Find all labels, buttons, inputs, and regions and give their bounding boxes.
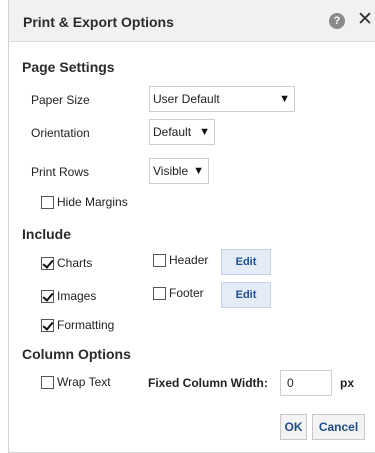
column-options-heading: Column Options: [22, 346, 131, 362]
orientation-value: Default: [153, 125, 192, 139]
wrap-text-checkbox[interactable]: Wrap Text: [41, 375, 111, 389]
print-rows-select[interactable]: Visible ▼: [149, 158, 209, 184]
include-heading: Include: [22, 226, 72, 242]
triangle-down-icon: ▼: [279, 93, 290, 105]
images-box[interactable]: [41, 289, 54, 303]
images-checkbox[interactable]: Images: [41, 289, 96, 303]
header-checkbox[interactable]: Header: [153, 253, 208, 267]
paper-size-label: Paper Size: [31, 93, 90, 107]
footer-box[interactable]: [153, 286, 166, 300]
print-rows-value: Visible: [153, 164, 189, 178]
fixed-column-width-input[interactable]: [280, 370, 332, 396]
dialog-titlebar: Print & Export Options ? ✕: [9, 0, 375, 42]
print-export-dialog: Print & Export Options ? ✕ Page Settings…: [8, 0, 375, 453]
footer-checkbox[interactable]: Footer: [153, 286, 204, 300]
wrap-text-box[interactable]: [41, 375, 54, 389]
page-settings-heading: Page Settings: [22, 59, 115, 75]
fixed-column-width-label: Fixed Column Width:: [148, 376, 268, 390]
charts-box[interactable]: [41, 256, 54, 270]
help-icon[interactable]: ?: [329, 13, 345, 29]
formatting-label: Formatting: [57, 318, 115, 332]
hide-margins-checkbox[interactable]: Hide Margins: [41, 195, 128, 209]
hide-margins-box[interactable]: [41, 195, 54, 209]
px-unit-label: px: [340, 376, 355, 390]
print-rows-label: Print Rows: [31, 165, 90, 179]
paper-size-select[interactable]: User Default ▼: [149, 86, 295, 112]
paper-size-value: User Default: [153, 92, 220, 106]
edit-footer-button[interactable]: Edit: [221, 282, 271, 308]
edit-header-button[interactable]: Edit: [221, 249, 271, 275]
formatting-checkbox[interactable]: Formatting: [41, 318, 114, 332]
triangle-down-icon: ▼: [193, 165, 204, 177]
charts-label: Charts: [57, 256, 93, 270]
header-label: Header: [169, 253, 209, 267]
formatting-box[interactable]: [41, 318, 54, 332]
orientation-label: Orientation: [31, 126, 90, 140]
ok-button[interactable]: OK: [280, 414, 307, 440]
footer-label: Footer: [169, 286, 204, 300]
triangle-down-icon: ▼: [199, 126, 210, 138]
images-label: Images: [57, 289, 97, 303]
header-box[interactable]: [153, 253, 166, 267]
close-icon[interactable]: ✕: [357, 10, 373, 30]
cancel-button[interactable]: Cancel: [312, 414, 365, 440]
orientation-select[interactable]: Default ▼: [149, 119, 215, 145]
charts-checkbox[interactable]: Charts: [41, 256, 92, 270]
dialog-title: Print & Export Options: [23, 14, 174, 30]
wrap-text-label: Wrap Text: [57, 375, 111, 389]
hide-margins-label: Hide Margins: [57, 195, 128, 209]
